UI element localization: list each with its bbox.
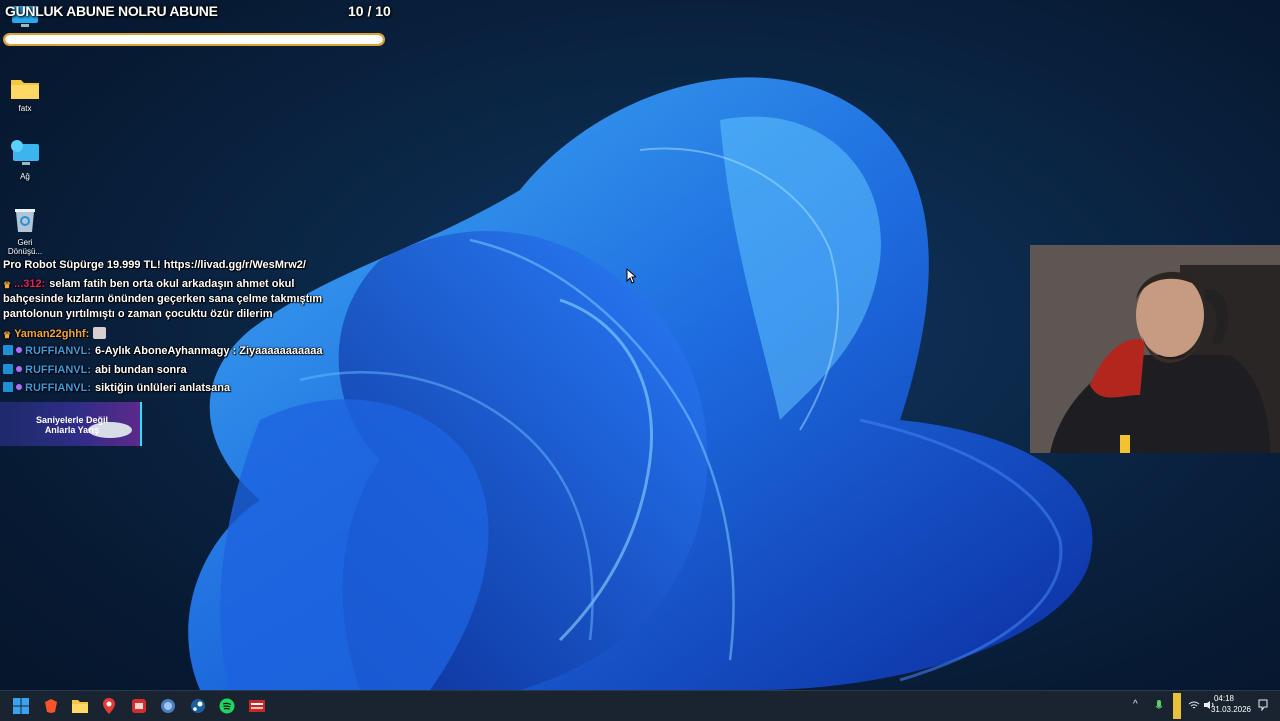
- subscriber-badge-icon: [3, 382, 13, 392]
- windows-start-icon: [13, 698, 29, 714]
- chat-text: selam fatih ben orta okul arkadaşın ahme…: [49, 278, 295, 290]
- recycle-bin-icon: [15, 209, 35, 232]
- taskbar-spotify[interactable]: [217, 696, 237, 716]
- moderator-badge-icon: [16, 347, 22, 353]
- spotify-icon: [219, 698, 235, 714]
- desktop-icon-label: Geri Dönüşü...: [7, 238, 43, 256]
- start-button[interactable]: [11, 696, 31, 716]
- notification-icon[interactable]: [1258, 699, 1268, 711]
- ad-text-line2: Anlarla Yarış: [44, 425, 100, 435]
- chat-text: 6-Aylık AboneAyhanmagy : Ziyaaaaaaaaaaa: [95, 345, 323, 357]
- chat-message: ♛ Yaman22ghhf:: [3, 327, 107, 340]
- taskbar-red-app[interactable]: [129, 696, 149, 716]
- chat-username: RUFFIANVL:: [25, 364, 91, 376]
- taskbar-clock-time[interactable]: 04:18: [1214, 694, 1234, 703]
- emote-icon: [93, 327, 107, 339]
- chat-username: RUFFIANVL:: [25, 345, 91, 357]
- subscriber-goal-progress-fill: [5, 35, 383, 44]
- taskbar-file-explorer[interactable]: [70, 696, 90, 716]
- steam-icon: [191, 699, 205, 713]
- taskbar-clock-date[interactable]: 31.03.2026: [1211, 705, 1251, 714]
- wifi-icon[interactable]: [1188, 700, 1200, 710]
- desktop-icon-network[interactable]: Ağ: [4, 140, 46, 181]
- crown-badge-icon: ♛: [3, 330, 12, 340]
- ad-banner[interactable]: Saniyelerle Değil Anlarla Yarış: [0, 402, 142, 446]
- subscriber-goal-title: GUNLUK ABUNE NOLRU ABUNE: [5, 3, 218, 19]
- desktop-icon-label: Ağ: [20, 172, 30, 181]
- brave-icon: [45, 699, 57, 713]
- ad-text: Saniyelerle Değil Anlarla Yarış: [22, 415, 122, 435]
- chat-text: siktiğin ünlüleri anlatsana: [95, 382, 231, 394]
- desktop-icon-recycle-bin[interactable]: Geri Dönüşü...: [4, 206, 46, 256]
- red-app-icon: [132, 699, 146, 713]
- chat-promo: Pro Robot Süpürge 19.999 TL! https://liv…: [3, 259, 306, 271]
- file-explorer-icon: [72, 700, 88, 713]
- maps-icon: [103, 698, 115, 714]
- taskbar-maps[interactable]: [99, 696, 119, 716]
- subscriber-badge-icon: [3, 345, 13, 355]
- webcam-feed: [1030, 245, 1280, 453]
- chat-message: RUFFIANVL: 6-Aylık AboneAyhanmagy : Ziyaa…: [3, 345, 322, 357]
- pinned-tray-app-icon[interactable]: [1170, 691, 1184, 721]
- mouse-cursor-icon: [626, 268, 636, 284]
- microphone-icon[interactable]: [1155, 700, 1163, 712]
- globe-app-icon: [161, 699, 175, 713]
- chat-message-continuation: bahçesinde kızların önünden geçerken san…: [3, 293, 323, 305]
- taskbar: ^ 04:18 31.03.2026: [0, 690, 1280, 721]
- crown-badge-icon: ♛: [3, 280, 12, 290]
- chat-message: ♛ ...312: selam fatih ben orta okul arkada…: [3, 278, 294, 290]
- chat-message: RUFFIANVL: siktiğin ünlüleri anlatsana: [3, 382, 230, 394]
- folder-icon: [11, 80, 39, 99]
- subscriber-goal-progress-bar: [3, 33, 385, 46]
- taskbar-steam[interactable]: [188, 696, 208, 716]
- subscriber-badge-icon: [3, 364, 13, 374]
- show-hidden-icons-chevron-icon[interactable]: ^: [1133, 699, 1138, 710]
- chat-username: ...312:: [14, 278, 46, 290]
- chat-username: RUFFIANVL:: [25, 382, 91, 394]
- chat-username: Yaman22ghhf:: [14, 328, 90, 340]
- desktop-icon-fatx[interactable]: fatx: [4, 76, 46, 113]
- subscriber-goal-count: 10 / 10: [348, 3, 391, 19]
- moderator-badge-icon: [16, 366, 22, 372]
- multi-app-icon: [249, 700, 265, 712]
- streamer-silhouette: [1030, 245, 1280, 453]
- taskbar-multi-app[interactable]: [247, 696, 267, 716]
- chat-text: abi bundan sonra: [95, 364, 187, 376]
- ad-text-line1: Saniyelerle Değil: [35, 415, 109, 425]
- taskbar-brave[interactable]: [41, 696, 61, 716]
- moderator-badge-icon: [16, 384, 22, 390]
- taskbar-globe-app[interactable]: [158, 696, 178, 716]
- chat-message-continuation: pantolonun yırtılmıştı o zaman çocuktu ö…: [3, 308, 273, 320]
- desktop-icon-label: fatx: [18, 104, 32, 113]
- chat-message: RUFFIANVL: abi bundan sonra: [3, 364, 187, 376]
- network-icon: [11, 140, 39, 165]
